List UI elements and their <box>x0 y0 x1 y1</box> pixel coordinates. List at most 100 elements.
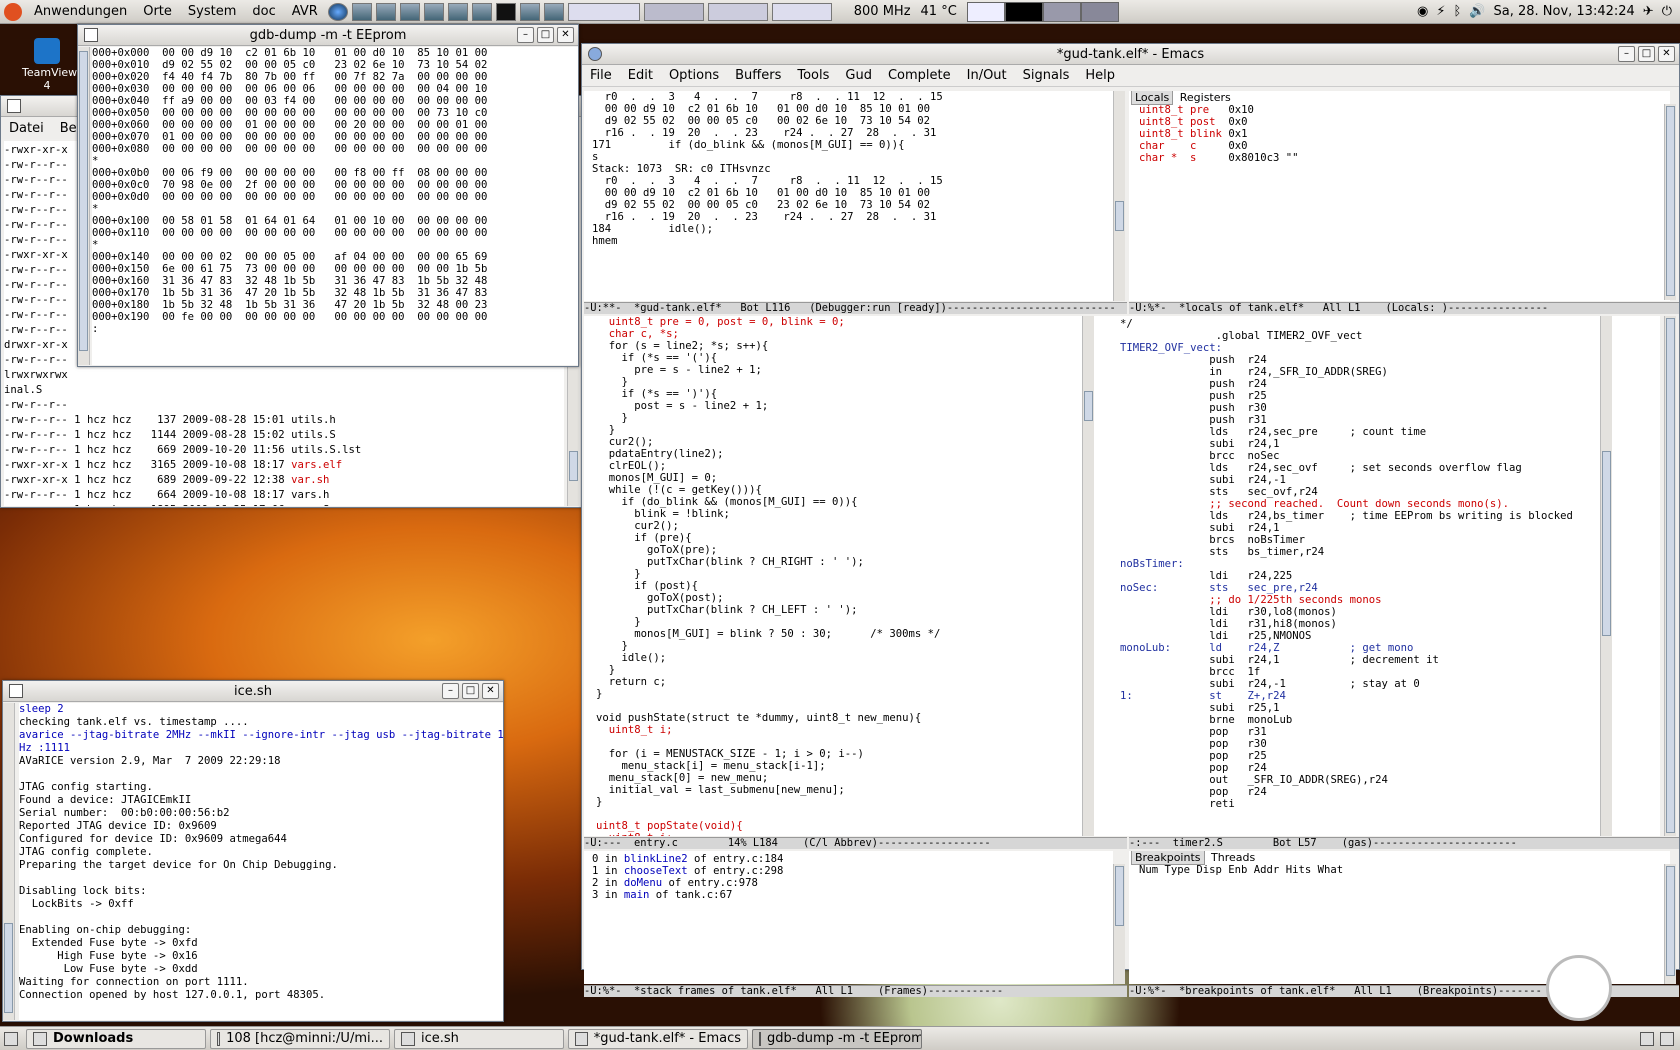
local-variable-row[interactable]: char * s 0x8010c3 "" <box>1139 152 1670 164</box>
source-modeline[interactable]: -U:--- entry.c 14% L184 (C/l Abbrev)----… <box>584 837 1127 849</box>
locals-modeline[interactable]: -U:%*- *locals of tank.elf* All L1 (Loca… <box>1129 302 1679 314</box>
stack-frame-row[interactable]: 3 in main of tank.c:67 <box>592 889 1113 901</box>
terminal-icon[interactable] <box>495 2 516 21</box>
menu-gud[interactable]: Gud <box>837 68 880 83</box>
source-scrollbar[interactable] <box>1082 316 1094 836</box>
gud-buffer[interactable]: r0 . . 3 4 . . 7 r8 . . 11 12 . . 15 00 … <box>584 91 1113 301</box>
maximize-button[interactable]: □ <box>537 27 554 43</box>
stack-frame-row[interactable]: 0 in blinkLine2 of entry.c:184 <box>592 853 1113 865</box>
launcher-icon[interactable] <box>399 2 420 21</box>
gud-modeline[interactable]: -U:**- *gud-tank.elf* Bot L116 (Debugger… <box>584 302 1127 314</box>
terminal-scrollbar[interactable] <box>78 47 90 365</box>
workspace-icon[interactable] <box>1660 1031 1674 1046</box>
workspace-switcher[interactable] <box>771 2 832 21</box>
launcher-icon[interactable] <box>423 2 444 21</box>
asm-scrollbar-right[interactable] <box>1664 316 1676 836</box>
show-desktop-icon[interactable] <box>4 1031 18 1046</box>
stack-frame-row[interactable]: 1 in chooseText of entry.c:298 <box>592 865 1113 877</box>
menu-options[interactable]: Options <box>661 68 727 83</box>
menu-anwendungen[interactable]: Anwendungen <box>26 4 135 19</box>
frames-modeline[interactable]: -U:%*- *stack frames of tank.elf* All L1… <box>584 985 1127 997</box>
menu-buffers[interactable]: Buffers <box>727 68 789 83</box>
stack-frame-row[interactable]: 2 in doMenu of entry.c:978 <box>592 877 1113 889</box>
local-variable-row[interactable]: uint8_t post 0x0 <box>1139 116 1670 128</box>
network-icon[interactable]: ◉ <box>1417 4 1428 19</box>
thunderbird-icon[interactable] <box>351 2 372 21</box>
maximize-button[interactable]: □ <box>462 683 479 699</box>
workspace-switcher[interactable] <box>567 2 640 21</box>
locals-scrollbar[interactable] <box>1664 104 1676 300</box>
trash-icon[interactable] <box>1640 1031 1654 1046</box>
local-variable-row[interactable]: uint8_t blink 0x1 <box>1139 128 1670 140</box>
listing-time: 18:17 <box>252 459 292 471</box>
tray-icon[interactable]: ✈ <box>1643 4 1654 19</box>
launcher-icon[interactable] <box>519 2 540 21</box>
source-buffer-timer2-s[interactable]: */ .global TIMER2_OVF_vect TIMER2_OVF_vec… <box>1110 316 1660 836</box>
stack-frames-buffer[interactable]: 0 in blinkLine2 of entry.c:184 1 in choos… <box>584 851 1113 984</box>
taskbar-item-label: gdb-dump -m -t EEprom <box>767 1031 922 1046</box>
maximize-button[interactable]: □ <box>1638 46 1655 62</box>
close-button[interactable]: ✕ <box>557 27 574 43</box>
firefox-icon[interactable] <box>327 2 348 21</box>
taskbar-item[interactable]: Downloads <box>26 1028 206 1049</box>
asm-modeline[interactable]: -:--- timer2.S Bot L57 (gas)------------… <box>1129 837 1679 849</box>
volume-icon[interactable]: 🔊 <box>1469 4 1485 19</box>
ice-output[interactable]: sleep 2 checking tank.elf vs. timestamp .… <box>19 703 503 1020</box>
tab-registers[interactable]: Registers <box>1177 91 1234 104</box>
local-type: char * <box>1139 152 1191 164</box>
taskbar-item[interactable]: 108 [hcz@minni:/U/mi... <box>210 1028 390 1049</box>
workspace-switcher[interactable] <box>643 2 704 21</box>
taskbar-item[interactable]: ice.sh <box>394 1028 564 1049</box>
dump-line: 000+0x0c0 70 98 0e 00 2f 00 00 00 00 00 … <box>92 179 488 191</box>
menu-avr[interactable]: AVR <box>284 4 326 19</box>
menu-datei[interactable]: Datei <box>1 121 52 136</box>
minimize-button[interactable]: – <box>517 27 534 43</box>
workspace-switcher[interactable] <box>707 2 768 21</box>
tab-breakpoints[interactable]: Breakpoints <box>1131 851 1205 865</box>
datetime[interactable]: Sa, 28. Nov, 13:42:24 <box>1493 4 1634 19</box>
launcher-icon[interactable] <box>375 2 396 21</box>
asm-scrollbar[interactable] <box>1600 316 1612 836</box>
source-buffer-entry-c[interactable]: uint8_t pre = 0, post = 0, blink = 0; ch… <box>584 316 1113 836</box>
gud-scrollbar[interactable] <box>1113 91 1125 301</box>
gnome-foot-icon[interactable] <box>4 2 22 21</box>
taskbar-item[interactable]: gdb-dump -m -t EEprom <box>752 1028 922 1049</box>
source-line: } <box>596 640 628 652</box>
listing-user: hcz <box>87 504 113 506</box>
bluetooth-icon[interactable]: ᛒ <box>1453 4 1461 19</box>
titlebar[interactable]: *gud-tank.elf* - Emacs – □ ✕ <box>582 44 1679 65</box>
menu-complete[interactable]: Complete <box>880 68 959 83</box>
teamviewer-desktop-icon[interactable]: TeamViewer 4 <box>22 38 88 92</box>
tab-threads[interactable]: Threads <box>1208 851 1258 864</box>
launcher-icon[interactable] <box>543 2 564 21</box>
local-variable-row[interactable]: uint8_t pre 0x10 <box>1139 104 1670 116</box>
menu-help[interactable]: Help <box>1077 68 1123 83</box>
locals-buffer[interactable]: Locals Registers uint8_t pre 0x10 uint8_t… <box>1129 91 1670 301</box>
taskbar-item[interactable]: *gud-tank.elf* - Emacs <box>568 1028 748 1049</box>
tab-locals[interactable]: Locals <box>1131 91 1174 105</box>
menu-system[interactable]: System <box>180 4 244 19</box>
frames-scrollbar[interactable] <box>1113 864 1125 984</box>
menu-tools[interactable]: Tools <box>789 68 837 83</box>
minimize-button[interactable]: – <box>1618 46 1635 62</box>
launcher-icon[interactable] <box>471 2 492 21</box>
close-button[interactable]: ✕ <box>1658 46 1675 62</box>
menu-orte[interactable]: Orte <box>135 4 180 19</box>
close-button[interactable]: ✕ <box>482 683 499 699</box>
source-line: } <box>596 616 641 628</box>
launcher-icon[interactable] <box>447 2 468 21</box>
titlebar[interactable]: ice.sh – □ ✕ <box>3 681 503 702</box>
power-icon[interactable]: ⚡ <box>1436 4 1445 19</box>
titlebar[interactable]: gdb-dump -m -t EEprom – □ ✕ <box>78 25 578 46</box>
menu-signals[interactable]: Signals <box>1015 68 1078 83</box>
breakpoints-scrollbar[interactable] <box>1664 864 1676 984</box>
local-variable-row[interactable]: char c 0x0 <box>1139 140 1670 152</box>
terminal-scrollbar[interactable] <box>3 703 15 1020</box>
minimize-button[interactable]: – <box>442 683 459 699</box>
menu-file[interactable]: File <box>582 68 620 83</box>
menu-inout[interactable]: In/Out <box>959 68 1015 83</box>
menu-doc[interactable]: doc <box>244 4 283 19</box>
gdb-dump-output[interactable]: 000+0x000 00 00 d9 10 c2 01 6b 10 01 00 … <box>92 47 578 365</box>
logout-icon[interactable]: ⏻ <box>1662 4 1672 19</box>
menu-edit[interactable]: Edit <box>620 68 661 83</box>
